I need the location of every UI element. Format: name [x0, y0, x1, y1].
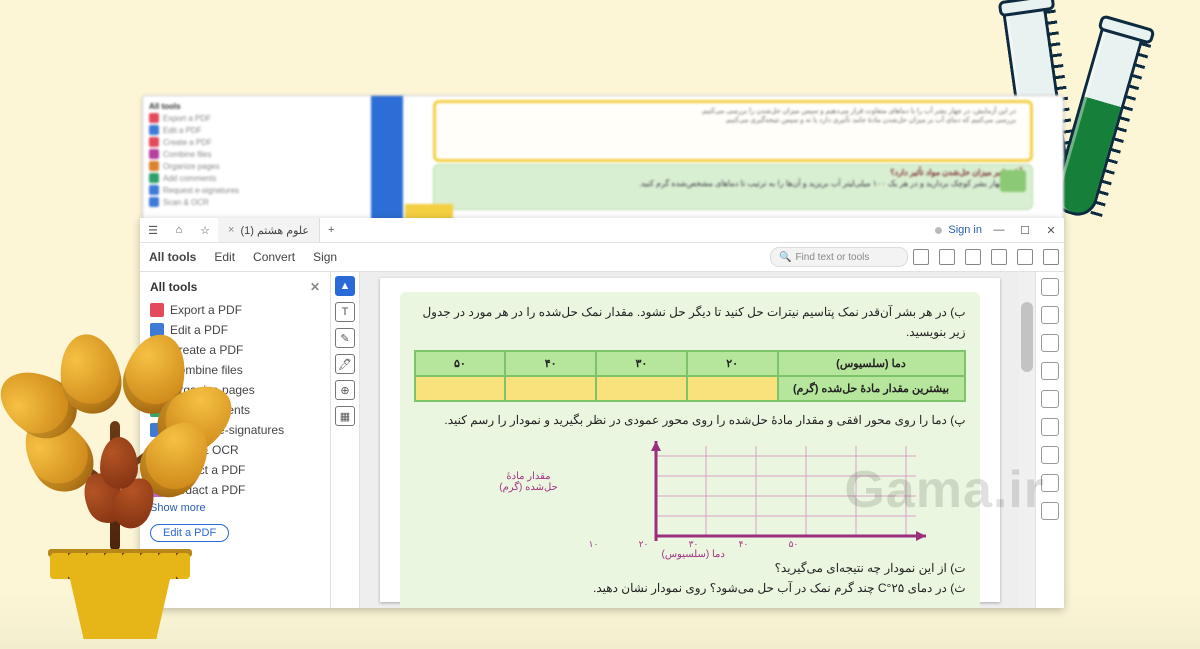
tab-close-icon[interactable]: ×: [228, 224, 234, 236]
page-area[interactable]: ب) در هر بشر آن‌قدر نمک پتاسیم نیترات حل…: [360, 272, 1019, 608]
right-icon-5[interactable]: [1041, 390, 1059, 408]
tick-3: ۳۰: [684, 539, 704, 550]
paragraph-c: پ) دما را روی محور افقی و مقدار مادهٔ حل…: [414, 410, 966, 430]
tick-5: ۵۰: [784, 539, 804, 550]
document-tab[interactable]: × علوم هشتم (1): [218, 218, 320, 242]
gama-watermark: Gama.ir: [844, 460, 1045, 520]
tick-4: ۴۰: [734, 539, 754, 550]
amount-1: [687, 376, 778, 401]
main-toolbar: All tools Edit Convert Sign 🔍 Find text …: [140, 243, 1064, 272]
tool-select-icon[interactable]: ▲: [335, 276, 355, 296]
paragraph-e: ث) در دمای ۲۵°C چند گرم نمک در آب حل می‌…: [414, 578, 966, 598]
new-tab-button[interactable]: +: [320, 224, 342, 236]
toolbar-icon-2[interactable]: [939, 249, 955, 265]
right-icon-3[interactable]: [1041, 334, 1059, 352]
scrollbar-thumb[interactable]: [1021, 302, 1033, 372]
tool-stamp-icon[interactable]: ⊕: [335, 380, 355, 400]
sidebar-close-icon[interactable]: ✕: [310, 280, 320, 294]
home-icon[interactable]: ⌂: [166, 224, 192, 236]
chart-xlabel: دما (سلسیوس): [662, 549, 725, 560]
tool-shapes-icon[interactable]: ▦: [335, 406, 355, 426]
tool-text-icon[interactable]: T: [335, 302, 355, 322]
background-acrobat-window: All tools Export a PDF Edit a PDF Create…: [142, 95, 1064, 223]
tool-draw-icon[interactable]: ✎: [335, 328, 355, 348]
toolbar-icon-5[interactable]: [1017, 249, 1033, 265]
right-icon-4[interactable]: [1041, 362, 1059, 380]
window-maximize-icon[interactable]: ☐: [1012, 224, 1038, 237]
yellow-instruction-box: در این آزمایش، در چهار بشر آب را با دماه…: [433, 100, 1033, 162]
temp-1: ۲۰: [687, 351, 778, 376]
amount-3: [505, 376, 596, 401]
search-icon: 🔍: [779, 252, 791, 263]
all-tools-button[interactable]: All tools: [140, 250, 205, 264]
toolbar-icon-4[interactable]: [991, 249, 1007, 265]
window-minimize-icon[interactable]: —: [986, 224, 1012, 236]
right-panel-strip: [1035, 272, 1064, 608]
amount-4: [415, 376, 506, 401]
tick-2: ۲۰: [634, 539, 654, 550]
plant-decoration: [0, 359, 250, 639]
sign-button[interactable]: Sign: [304, 250, 346, 264]
temp-3: ۴۰: [505, 351, 596, 376]
tab-title: علوم هشتم (1): [240, 224, 309, 237]
chart-ylabel: مقدار مادهٔ حل‌شده (گرم): [490, 471, 568, 493]
vertical-scrollbar[interactable]: [1019, 272, 1035, 608]
convert-button[interactable]: Convert: [244, 250, 304, 264]
menu-icon[interactable]: ☰: [140, 224, 166, 237]
temp-2: ۳۰: [596, 351, 687, 376]
solubility-table: دما (سلسیوس) ۲۰ ۳۰ ۴۰ ۵۰ بیشترین مقدار م…: [414, 350, 966, 402]
back-sidebar-title: All tools: [149, 102, 377, 111]
pdf-page: ب) در هر بشر آن‌قدر نمک پتاسیم نیترات حل…: [380, 278, 1000, 602]
table-header-amount: بیشترین مقدار مادهٔ حل‌شده (گرم): [778, 376, 965, 401]
paragraph-b: ب) در هر بشر آن‌قدر نمک پتاسیم نیترات حل…: [414, 302, 966, 342]
titlebar: ☰ ⌂ ☆ × علوم هشتم (1) + Sign in — ☐ ✕: [140, 218, 1064, 243]
signin-link[interactable]: Sign in: [948, 224, 982, 236]
star-icon[interactable]: ☆: [192, 224, 218, 237]
sidebar-item-edit[interactable]: Edit a PDF: [150, 320, 320, 340]
right-icon-6[interactable]: [1041, 418, 1059, 436]
green-question-box: آیا دما بر میزان حل‌شدن مواد تأثیر دارد؟…: [433, 164, 1033, 210]
temp-4: ۵۰: [415, 351, 506, 376]
sidebar-item-export[interactable]: Export a PDF: [150, 300, 320, 320]
notification-icon[interactable]: [935, 227, 942, 234]
sidebar-title: All tools: [150, 280, 197, 294]
edit-button[interactable]: Edit: [205, 250, 244, 264]
toolbar-icon-6[interactable]: [1043, 249, 1059, 265]
window-close-icon[interactable]: ✕: [1038, 224, 1064, 237]
acrobat-window: ☰ ⌂ ☆ × علوم هشتم (1) + Sign in — ☐ ✕ Al…: [140, 218, 1064, 608]
right-icon-1[interactable]: [1041, 278, 1059, 296]
find-placeholder: Find text or tools: [795, 252, 869, 263]
amount-2: [596, 376, 687, 401]
table-header-temp: دما (سلسیوس): [778, 351, 965, 376]
toolbar-icon-3[interactable]: [965, 249, 981, 265]
tick-1: ۱۰: [584, 539, 604, 550]
toolbar-icon-1[interactable]: [913, 249, 929, 265]
tool-sign-icon[interactable]: 🖊: [335, 354, 355, 374]
green-panel: ب) در هر بشر آن‌قدر نمک پتاسیم نیترات حل…: [400, 292, 980, 608]
find-input[interactable]: 🔍 Find text or tools: [770, 247, 908, 267]
right-icon-2[interactable]: [1041, 306, 1059, 324]
left-tool-strip: ▲ T ✎ 🖊 ⊕ ▦: [331, 272, 360, 608]
paragraph-d: ت) از این نمودار چه نتیجه‌ای می‌گیرید؟: [414, 558, 966, 578]
